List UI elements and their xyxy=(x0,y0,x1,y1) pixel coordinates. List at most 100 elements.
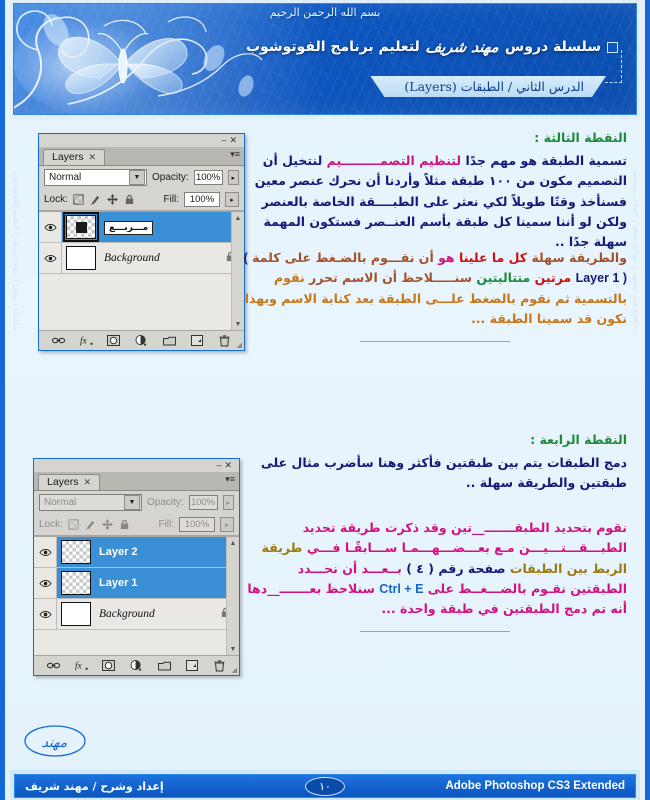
s3p2-part-f: مرتين xyxy=(534,270,572,286)
eye-icon xyxy=(38,548,52,556)
s3p2-part-a: والطريقة سهلة xyxy=(531,250,627,265)
panel1-tabrow: Layers ✕ ▾≡ xyxy=(39,147,244,166)
opacity-value-2[interactable]: 100% xyxy=(188,495,218,510)
lock-image-brush-icon[interactable] xyxy=(85,519,96,530)
mask-icon[interactable] xyxy=(102,659,116,672)
page-header: بسم الله الرحمن الرحيم سلسلة دروس مهند ش… xyxy=(10,0,640,119)
eye-toggle[interactable] xyxy=(34,599,57,629)
opacity-stepper-icon[interactable]: ▸ xyxy=(222,495,234,510)
floral-butterfly-artwork xyxy=(14,6,263,114)
s4p2-part-c: صفحة رقم ( ٤ ) xyxy=(406,560,506,576)
lock-icon-group-1[interactable] xyxy=(73,194,135,205)
page-number-badge: ١٠ xyxy=(305,776,345,796)
layer-name-cell[interactable]: Layer 2 xyxy=(91,546,239,558)
table-row[interactable]: Background xyxy=(39,243,244,274)
section-three-heading: النقطة الثالثة : xyxy=(534,130,627,145)
svg-text:مهند: مهند xyxy=(40,735,69,751)
tab-layers-1[interactable]: Layers ✕ xyxy=(43,149,106,165)
s3p1-part-a: تسمية الطبقة هو مهم جدًا xyxy=(465,153,627,168)
folder-icon[interactable] xyxy=(157,659,171,672)
s3p2-part-b: كل ما علينا xyxy=(458,250,528,265)
fx-icon[interactable]: fx xyxy=(75,659,88,672)
fill-stepper-icon[interactable]: ▸ xyxy=(225,192,239,207)
close-icon[interactable]: ✕ xyxy=(229,135,240,145)
layer-thumbnail[interactable] xyxy=(61,571,91,595)
layer-name-cell[interactable]: Layer 1 xyxy=(91,577,239,589)
trash-icon[interactable] xyxy=(213,659,226,672)
fill-stepper-icon[interactable]: ▸ xyxy=(220,517,234,532)
section-three-paragraph-2: والطريقة سهلة كل ما علينا هو أن نقـــوم … xyxy=(242,248,627,329)
new-layer-icon[interactable] xyxy=(190,334,203,347)
table-row[interactable]: مـــربـــع xyxy=(39,212,244,243)
blend-mode-select-1[interactable]: Normal ▼ xyxy=(44,169,147,186)
fill-value-2[interactable]: 100% xyxy=(179,517,215,532)
eye-icon xyxy=(43,254,57,262)
layer-name-cell[interactable]: Background xyxy=(96,252,225,264)
blend-mode-select-2[interactable]: Normal ▼ xyxy=(39,494,142,511)
table-row[interactable]: Background xyxy=(34,599,239,630)
chevron-down-icon[interactable]: ▼ xyxy=(124,495,140,510)
lock-image-brush-icon[interactable] xyxy=(90,194,101,205)
panel2-window-buttons[interactable]: –✕ xyxy=(216,460,235,470)
lock-position-move-icon[interactable] xyxy=(106,194,118,205)
eye-toggle[interactable] xyxy=(34,568,57,598)
lock-transparent-icon[interactable] xyxy=(68,519,79,530)
lock-all-padlock-icon[interactable] xyxy=(119,519,130,530)
scroll-down-icon[interactable]: ▼ xyxy=(227,643,239,655)
section-three-paragraph-1: تسمية الطبقة هو مهم جدًا لتنظيم التصمـــ… xyxy=(242,151,627,252)
panel1-window-buttons[interactable]: –✕ xyxy=(221,135,240,145)
resize-grip-icon[interactable]: ◢ xyxy=(232,666,237,674)
tab-close-icon[interactable]: ✕ xyxy=(89,152,97,163)
table-row[interactable]: Layer 2 xyxy=(34,537,239,568)
scroll-up-icon[interactable]: ▲ xyxy=(227,537,239,549)
link-icon[interactable] xyxy=(47,659,61,672)
lock-position-move-icon[interactable] xyxy=(101,519,113,530)
panel1-layers-list[interactable]: مـــربـــع Background ▲ ▼ xyxy=(39,211,244,331)
table-row[interactable]: Layer 1 xyxy=(34,568,239,599)
trash-icon[interactable] xyxy=(218,334,231,347)
link-icon[interactable] xyxy=(52,334,66,347)
opacity-value-1[interactable]: 100% xyxy=(193,170,223,185)
panel2-blend-row: Normal ▼ Opacity: 100% ▸ xyxy=(34,491,239,514)
layer-rename-input[interactable]: مـــربـــع xyxy=(104,221,154,235)
adjustment-icon[interactable] xyxy=(135,334,148,347)
panel2-footer[interactable]: fx ◢ xyxy=(34,656,239,675)
layer-thumbnail[interactable] xyxy=(61,540,91,564)
svg-text:fx: fx xyxy=(80,337,88,346)
chevron-down-icon[interactable]: ▼ xyxy=(129,170,145,185)
eye-toggle[interactable] xyxy=(34,537,57,567)
layer-thumbnail[interactable] xyxy=(61,602,91,626)
layer-thumbnail[interactable] xyxy=(66,246,96,270)
s3p2-part-c: هو xyxy=(438,250,455,265)
resize-grip-icon[interactable]: ◢ xyxy=(237,341,242,349)
watermark-right: سلسلة دروس ( مهند شريف ) لتعليم الفوتوشو… xyxy=(629,170,638,332)
lock-transparent-icon[interactable] xyxy=(73,194,84,205)
fx-icon[interactable]: fx xyxy=(80,334,93,347)
panel2-layers-list[interactable]: Layer 2 Layer 1 Background ▲ ▼ xyxy=(34,536,239,656)
layer-name-cell[interactable]: Background xyxy=(91,608,220,620)
opacity-stepper-icon[interactable]: ▸ xyxy=(227,170,239,185)
tab-layers-2[interactable]: Layers ✕ xyxy=(38,474,101,490)
close-icon[interactable]: ✕ xyxy=(224,460,235,470)
mask-icon[interactable] xyxy=(107,334,121,347)
eye-toggle[interactable] xyxy=(39,243,62,273)
fill-label: Fill: xyxy=(158,519,174,530)
layers-scrollbar-2[interactable]: ▲ ▼ xyxy=(226,537,239,655)
panel2-menu-icon[interactable]: ▾≡ xyxy=(225,475,235,484)
folder-icon[interactable] xyxy=(162,334,176,347)
layer-name-cell[interactable]: مـــربـــع xyxy=(96,221,244,235)
panel1-menu-icon[interactable]: ▾≡ xyxy=(230,150,240,159)
section-four-paragraph-1: دمج الطبقات يتم بين طبقتين فأكثر وهنا سأ… xyxy=(242,453,627,494)
fill-value-1[interactable]: 100% xyxy=(184,192,220,207)
tab-close-icon[interactable]: ✕ xyxy=(84,477,92,488)
layer-thumbnail[interactable] xyxy=(63,212,99,242)
layers-panel-2[interactable]: –✕ Layers ✕ ▾≡ Normal ▼ Opacity: 100% ▸ … xyxy=(33,458,240,676)
new-layer-icon[interactable] xyxy=(185,659,198,672)
layers-panel-1[interactable]: –✕ Layers ✕ ▾≡ Normal ▼ Opacity: 100% ▸ … xyxy=(38,133,245,351)
lock-icon-group-2[interactable] xyxy=(68,519,130,530)
panel1-footer[interactable]: fx ◢ xyxy=(39,331,244,350)
eye-toggle[interactable] xyxy=(39,212,62,242)
blend-mode-value: Normal xyxy=(49,172,82,183)
adjustment-icon[interactable] xyxy=(130,659,143,672)
lock-all-padlock-icon[interactable] xyxy=(124,194,135,205)
